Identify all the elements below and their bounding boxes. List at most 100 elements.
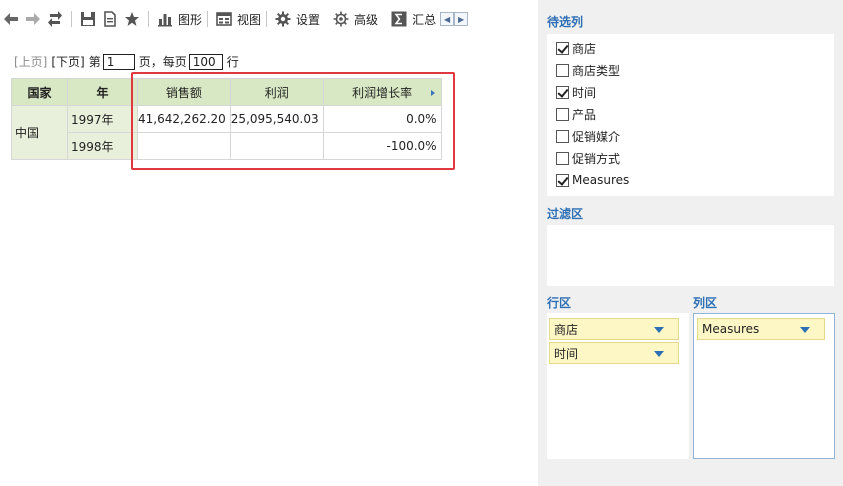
chart-button[interactable]: 图形 xyxy=(154,8,202,30)
field-label: 产品 xyxy=(572,107,597,122)
filter-drop-zone[interactable] xyxy=(547,225,834,286)
table-view-icon xyxy=(213,8,235,30)
toolbar-divider xyxy=(266,11,268,27)
rows-suffix: 行 xyxy=(226,55,239,69)
dimension-label: 时间 xyxy=(554,346,579,361)
arrow-left-icon xyxy=(0,8,22,30)
chevron-down-icon[interactable] xyxy=(800,327,810,333)
field-panel: 待选列 商店 商店类型 时间 产品 促销媒介 促销方式 Measures 过滤区… xyxy=(538,0,843,486)
field-item-measures[interactable]: Measures xyxy=(547,169,834,191)
field-item-store[interactable]: 商店 xyxy=(547,37,834,59)
col-header-sales[interactable]: 销售额 xyxy=(137,78,231,106)
view-button[interactable]: 视图 xyxy=(213,8,261,30)
candidates-title: 待选列 xyxy=(547,15,584,29)
dimension-label: Measures xyxy=(702,322,760,336)
candidate-field-list: 商店 商店类型 时间 产品 促销媒介 促销方式 Measures xyxy=(547,34,834,196)
filter-title: 过滤区 xyxy=(547,207,584,221)
next-page-link[interactable]: [下页] xyxy=(51,53,84,70)
row-drop-zone[interactable]: 商店 时间 xyxy=(547,313,689,459)
sigma-icon xyxy=(388,8,410,30)
rows-per-page-input[interactable]: 100 xyxy=(188,53,223,70)
bar-chart-icon xyxy=(154,8,176,30)
toolbar-divider xyxy=(148,11,149,27)
table-row: 1998年 -100.0% xyxy=(12,132,442,160)
checkbox[interactable] xyxy=(556,63,569,77)
row-area-title: 行区 xyxy=(547,296,572,310)
pivot-header-row: 国家 年 销售额 利润 利润增长率 xyxy=(11,78,442,106)
profit-cell: 25,095,540.03 xyxy=(229,105,324,133)
pager: [上页] [下页] 第 1 页，每页 100 行 xyxy=(14,53,239,70)
page-suffix: 页，每页 xyxy=(138,55,187,69)
profit-cell xyxy=(229,132,324,160)
column-dimension-measures[interactable]: Measures xyxy=(697,318,825,340)
dimension-label: 商店 xyxy=(554,322,579,337)
growth-cell: 0.0% xyxy=(322,105,442,133)
field-item-store-type[interactable]: 商店类型 xyxy=(547,59,834,81)
row-dimension-time[interactable]: 时间 xyxy=(549,342,679,364)
field-item-product[interactable]: 产品 xyxy=(547,103,834,125)
checkbox[interactable] xyxy=(556,129,569,143)
forward-button[interactable] xyxy=(22,8,44,30)
settings-button[interactable]: 设置 xyxy=(272,8,320,30)
checkbox[interactable] xyxy=(556,151,569,165)
row-header-year[interactable]: 年 xyxy=(67,78,138,106)
toolbar-divider xyxy=(207,11,209,27)
field-item-time[interactable]: 时间 xyxy=(547,81,834,103)
field-label: 促销方式 xyxy=(572,151,621,166)
toolbar: 图形 视图 设置 高级 汇总 ◀ ▶ xyxy=(0,6,537,32)
checkbox-checked[interactable] xyxy=(556,173,569,187)
checkbox[interactable] xyxy=(556,107,569,121)
olap-analysis-window: 图形 视图 设置 高级 汇总 ◀ ▶ [上页] [下页] 第 1 页，每页 10… xyxy=(0,0,843,486)
column-drop-zone[interactable]: Measures xyxy=(693,313,835,459)
year-cell[interactable]: 1998年 xyxy=(67,132,138,160)
advanced-gear-icon xyxy=(330,8,352,30)
country-cell[interactable]: 中国 xyxy=(11,105,68,160)
field-label: 商店类型 xyxy=(572,63,621,78)
document-icon xyxy=(99,8,121,30)
field-label: Measures xyxy=(572,173,630,187)
summary-label: 汇总 xyxy=(412,12,437,27)
chevron-down-icon[interactable] xyxy=(654,327,664,333)
sales-cell: 41,642,262.20 xyxy=(137,105,231,133)
advanced-button[interactable]: 高级 xyxy=(330,8,378,30)
export-button[interactable] xyxy=(99,8,121,30)
toolbar-divider xyxy=(71,11,72,27)
save-button[interactable] xyxy=(77,8,99,30)
field-label: 促销媒介 xyxy=(572,129,621,144)
summary-button[interactable]: 汇总 xyxy=(388,8,436,30)
chart-label: 图形 xyxy=(178,12,203,27)
save-icon xyxy=(77,8,99,30)
chevron-down-icon[interactable] xyxy=(654,351,664,357)
field-label: 时间 xyxy=(572,85,597,100)
view-label: 视图 xyxy=(237,12,262,27)
toolbar-scroll: ◀ ▶ xyxy=(440,12,469,26)
sales-cell xyxy=(137,132,231,160)
column-area-title: 列区 xyxy=(693,296,718,310)
refresh-icon xyxy=(44,8,66,30)
back-button[interactable] xyxy=(0,8,22,30)
field-label: 商店 xyxy=(572,41,597,56)
page-number-input[interactable]: 1 xyxy=(102,53,135,70)
scroll-right-icon[interactable]: ▶ xyxy=(454,12,469,26)
row-header-country[interactable]: 国家 xyxy=(11,78,68,106)
year-cell[interactable]: 1997年 xyxy=(67,105,138,133)
gear-icon xyxy=(272,8,294,30)
advanced-label: 高级 xyxy=(354,12,379,27)
table-row: 中国 1997年 41,642,262.20 25,095,540.03 0.0… xyxy=(11,105,442,160)
field-item-promo-method[interactable]: 促销方式 xyxy=(547,147,834,169)
checkbox-checked[interactable] xyxy=(556,85,569,99)
favorite-button[interactable] xyxy=(121,8,143,30)
scroll-left-icon[interactable]: ◀ xyxy=(440,12,455,26)
refresh-button[interactable] xyxy=(44,8,66,30)
arrow-right-icon xyxy=(22,8,44,30)
col-header-profit-growth[interactable]: 利润增长率 xyxy=(322,78,442,106)
prev-page-link[interactable]: [上页] xyxy=(14,53,47,70)
settings-label: 设置 xyxy=(296,12,321,27)
star-icon xyxy=(121,8,143,30)
row-dimension-store[interactable]: 商店 xyxy=(549,318,679,340)
growth-cell: -100.0% xyxy=(322,132,442,160)
col-header-profit[interactable]: 利润 xyxy=(229,78,324,106)
checkbox-checked[interactable] xyxy=(556,41,569,55)
pivot-table: 国家 年 销售额 利润 利润增长率 中国 1997年 41,642,262.20… xyxy=(11,78,442,160)
field-item-promo-media[interactable]: 促销媒介 xyxy=(547,125,834,147)
